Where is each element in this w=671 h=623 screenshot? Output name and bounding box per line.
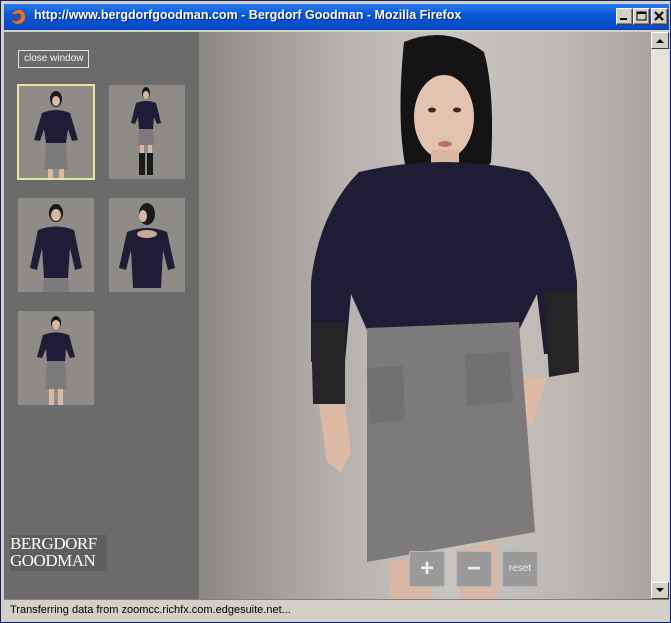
zoom-out-button[interactable]: −: [456, 551, 492, 587]
model-thumbnail-image: [109, 198, 185, 292]
title-bar[interactable]: http://www.bergdorfgoodman.com - Bergdor…: [4, 4, 669, 30]
thumbnail-front[interactable]: [17, 84, 95, 180]
minimize-icon: [620, 18, 627, 20]
scroll-down-button[interactable]: [651, 582, 669, 599]
close-window-button[interactable]: [651, 8, 668, 25]
model-thumbnail-image: [18, 85, 94, 179]
status-bar: Transferring data from zoomcc.richfx.com…: [4, 599, 669, 621]
logo-line-2: GOODMAN: [10, 551, 96, 570]
window-title: http://www.bergdorfgoodman.com - Bergdor…: [34, 8, 462, 22]
zoom-in-button[interactable]: +: [409, 551, 445, 587]
browser-window: http://www.bergdorfgoodman.com - Bergdor…: [0, 0, 671, 623]
thumbnail-back[interactable]: [109, 198, 185, 292]
vertical-scrollbar[interactable]: [651, 32, 669, 599]
scroll-up-button[interactable]: [651, 32, 669, 49]
maximize-icon: [636, 11, 647, 21]
model-thumbnail-image: [18, 198, 94, 292]
thumbnail-hands-on-hips[interactable]: [18, 311, 94, 405]
product-zoom-image[interactable]: + − reset: [199, 32, 651, 599]
logo-line-1: BERGDORF: [10, 534, 97, 553]
maximize-button[interactable]: [633, 8, 650, 25]
close-window-link[interactable]: close window: [18, 50, 90, 68]
firefox-icon: [10, 9, 26, 25]
model-thumbnail-image: [18, 311, 94, 405]
arrow-down-icon: [656, 588, 664, 592]
bergdorf-goodman-logo: BERGDORF GOODMAN: [10, 535, 107, 571]
thumbnail-sidebar: close window BERGDORF GOODMAN: [4, 32, 199, 599]
close-icon: [654, 11, 664, 21]
zoom-reset-button[interactable]: reset: [502, 551, 538, 587]
arrow-up-icon: [656, 39, 664, 43]
minimize-button[interactable]: [616, 8, 633, 25]
status-text: Transferring data from zoomcc.richfx.com…: [10, 604, 291, 616]
content-area: close window BERGDORF GOODMAN + − reset: [4, 32, 669, 599]
thumbnail-full-length[interactable]: [109, 85, 185, 179]
model-thumbnail-image: [109, 85, 185, 179]
thumbnail-front-close[interactable]: [18, 198, 94, 292]
model-photo: [311, 34, 579, 599]
